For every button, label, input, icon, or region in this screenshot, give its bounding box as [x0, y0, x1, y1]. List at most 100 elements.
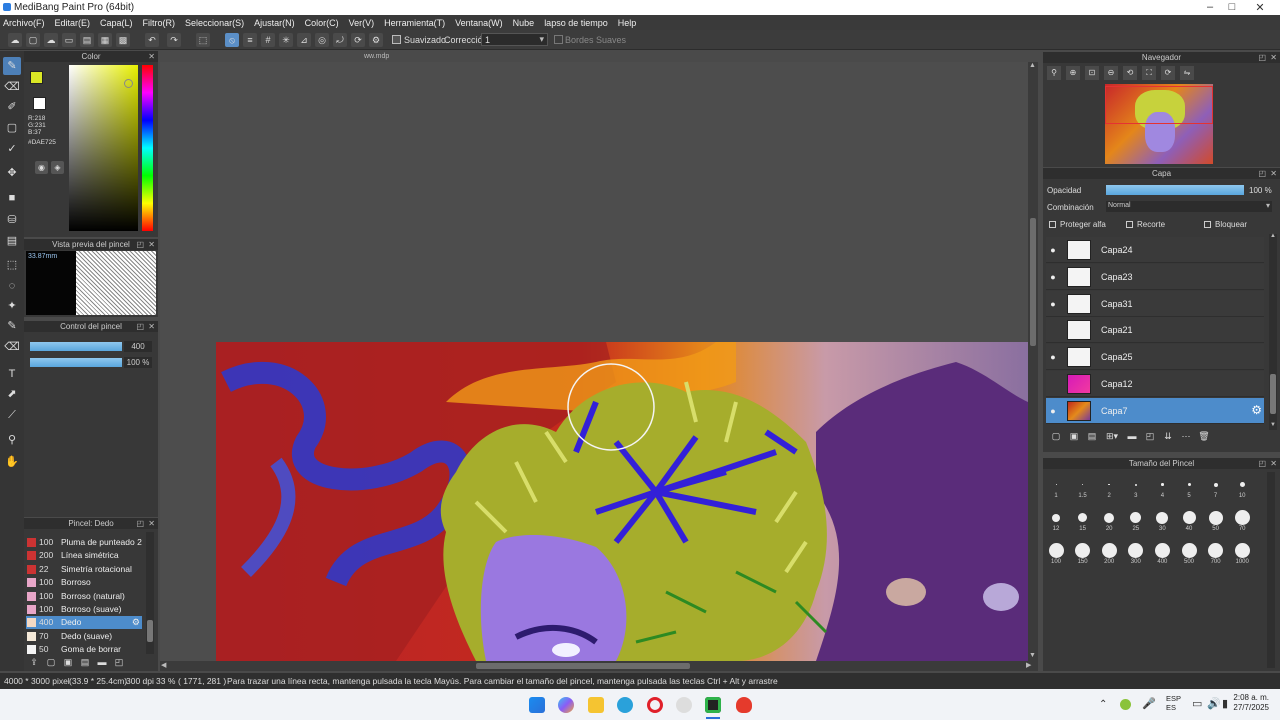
visibility-eye-icon[interactable]: ●	[1048, 352, 1058, 362]
close-icon[interactable]: ✕	[1270, 52, 1277, 63]
telegram-icon[interactable]	[617, 697, 633, 713]
visibility-eye-icon[interactable]: ●	[1048, 272, 1058, 282]
bucket-tool-icon[interactable]: ⛁	[3, 211, 21, 229]
brush-item[interactable]: 100 Borroso (suave)	[26, 603, 142, 616]
brush-size-option[interactable]: 100	[1045, 542, 1067, 565]
rect-tool-icon[interactable]: ▢	[3, 119, 21, 137]
menu-archivo[interactable]: Archivo(F)	[3, 18, 45, 28]
flip-icon[interactable]: ⇋	[1180, 66, 1194, 80]
folder-icon[interactable]: ▬	[95, 657, 109, 669]
menu-herramienta[interactable]: Herramienta(T)	[384, 18, 445, 28]
brush-size-option[interactable]: 50	[1205, 509, 1227, 532]
gear-icon[interactable]: ⚙	[132, 616, 140, 629]
tray-app-icon[interactable]	[1120, 699, 1131, 710]
hue-bar[interactable]	[142, 65, 153, 231]
protect-alpha-checkbox[interactable]	[1049, 221, 1056, 228]
layer-item[interactable]: Capa21	[1046, 317, 1264, 344]
brush-size-option[interactable]: 3	[1125, 476, 1147, 499]
new-file-icon[interactable]: ▢	[26, 33, 40, 47]
artwork-canvas[interactable]	[216, 342, 1028, 661]
canvas-area[interactable]	[160, 62, 1028, 661]
close-icon[interactable]: ✕	[148, 518, 155, 529]
brush-size-value[interactable]: 400	[124, 341, 152, 352]
layer-options-icon[interactable]: ⋯	[1179, 431, 1193, 449]
perspective-icon[interactable]: ⊿	[297, 33, 311, 47]
menu-color[interactable]: Color(C)	[305, 18, 339, 28]
brush-size-option[interactable]: 200	[1098, 542, 1120, 565]
layer-scrollbar[interactable]: ▲ ▼	[1269, 233, 1277, 430]
fullscreen-icon[interactable]: ⛶	[1142, 66, 1156, 80]
new-layer-icon[interactable]: ▢	[1049, 431, 1063, 449]
layer-item[interactable]: ● Capa24	[1046, 237, 1264, 263]
language-indicator[interactable]: ESP ES	[1166, 694, 1181, 712]
undock-icon[interactable]: ◰	[136, 518, 144, 529]
text-tool-icon[interactable]: T	[3, 365, 21, 383]
cloud-icon[interactable]: ☁	[8, 33, 22, 47]
scroll-down-icon[interactable]: ▼	[1270, 422, 1276, 428]
opera-icon[interactable]	[647, 697, 663, 713]
navigator-viewport[interactable]	[1105, 86, 1213, 124]
navigator-thumbnail[interactable]	[1105, 84, 1213, 164]
scroll-thumb[interactable]	[147, 620, 153, 642]
brush-menu-icon[interactable]: ▣	[61, 657, 75, 669]
menu-ajustar[interactable]: Ajustar(N)	[254, 18, 295, 28]
blur-tool-icon[interactable]: ✐	[3, 98, 21, 116]
lasso-tool-icon[interactable]: ◌	[3, 277, 21, 295]
brush-tool-icon[interactable]: ✎	[3, 57, 21, 75]
merge-layer-icon[interactable]: ⇊	[1161, 431, 1175, 449]
menu-help[interactable]: Help	[618, 18, 637, 28]
brush-size-option[interactable]: 30	[1151, 509, 1173, 532]
scroll-down-icon[interactable]: ▼	[1029, 652, 1036, 659]
close-icon[interactable]: ✕	[1270, 168, 1277, 179]
visibility-eye-icon[interactable]	[1048, 325, 1058, 335]
visibility-eye-icon[interactable]: ●	[1048, 245, 1058, 255]
brush-item[interactable]: 22 Simetría rotacional	[26, 562, 142, 576]
add-brush-icon[interactable]: ▢	[44, 657, 58, 669]
undock-icon[interactable]: ◰	[1258, 52, 1266, 63]
cloud-brush-icon[interactable]: ⇪	[27, 657, 41, 669]
menu-ventana[interactable]: Ventana(W)	[455, 18, 503, 28]
file-explorer-icon[interactable]	[588, 697, 604, 713]
duplicate-layer-icon[interactable]: ◰	[1143, 431, 1157, 449]
brush-size-option[interactable]: 1	[1045, 476, 1067, 499]
brush-size-option[interactable]: 10	[1231, 476, 1253, 499]
menu-ver[interactable]: Ver(V)	[349, 18, 375, 28]
duplicate-brush-icon[interactable]: ◰	[112, 657, 126, 669]
page-icon[interactable]: ▦	[98, 33, 112, 47]
grid-snap-icon[interactable]: #	[261, 33, 275, 47]
brush-item[interactable]: 400 Dedo ⚙	[26, 616, 142, 630]
deselect-icon[interactable]: ⬚	[196, 33, 210, 47]
tray-chevron-icon[interactable]: ⌃	[1099, 699, 1107, 710]
brush-size-option[interactable]: 12	[1045, 509, 1067, 532]
secondary-color-swatch[interactable]	[33, 97, 46, 110]
clip-checkbox[interactable]	[1126, 221, 1133, 228]
menu-seleccionar[interactable]: Seleccionar(S)	[185, 18, 244, 28]
volume-icon[interactable]: 🔊	[1207, 697, 1221, 710]
new-halftone-layer-icon[interactable]: ▣	[1067, 431, 1081, 449]
medibang-taskbar-icon[interactable]	[705, 697, 721, 713]
menu-editar[interactable]: Editar(E)	[55, 18, 91, 28]
brush-list-scrollbar[interactable]	[146, 532, 154, 654]
scroll-up-icon[interactable]: ▲	[1029, 62, 1036, 69]
grid-icon[interactable]: ▩	[116, 33, 130, 47]
hscroll-thumb[interactable]	[476, 663, 690, 669]
recorder-icon[interactable]	[736, 697, 752, 713]
open-cloud-icon[interactable]: ☁	[44, 33, 58, 47]
snap-off-icon[interactable]: ⦸	[225, 33, 239, 47]
layer-item[interactable]: Capa12	[1046, 371, 1264, 397]
close-button[interactable]: ✕	[1246, 1, 1274, 14]
parallel-snap-icon[interactable]: ≡	[243, 33, 257, 47]
network-icon[interactable]: ▭	[1192, 697, 1202, 710]
vscroll-thumb[interactable]	[1030, 218, 1036, 346]
settings-icon[interactable]: ⚙	[369, 33, 383, 47]
brush-size-option[interactable]: 2	[1098, 476, 1120, 499]
brush-size-option[interactable]: 7	[1205, 476, 1227, 499]
lock-checkbox[interactable]	[1204, 221, 1211, 228]
select-pen-icon[interactable]: ✎	[3, 317, 21, 335]
divide-tool-icon[interactable]: ⟋	[3, 406, 21, 424]
brush-size-option[interactable]: 300	[1125, 542, 1147, 565]
zoom-out-icon[interactable]: ⊖	[1104, 66, 1118, 80]
brush-size-option[interactable]: 40	[1178, 509, 1200, 532]
menu-filtro[interactable]: Filtro(R)	[143, 18, 176, 28]
brush-item[interactable]: 100 Pluma de punteado 2	[26, 536, 142, 549]
